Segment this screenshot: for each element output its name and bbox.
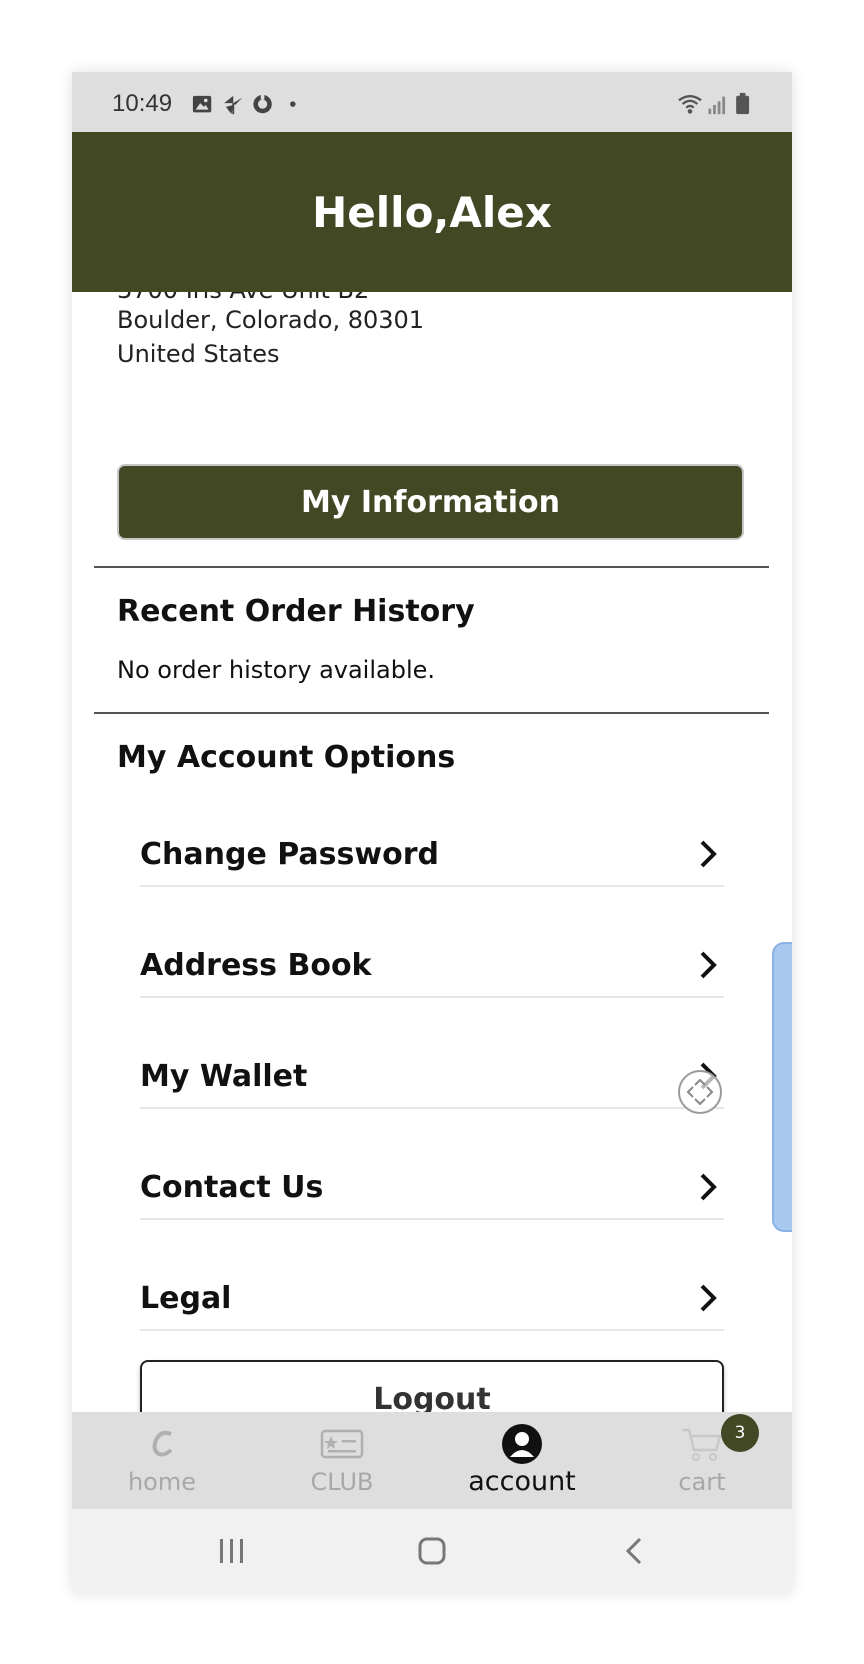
greeting-title: Hello,Alex [312,187,552,237]
option-address-book[interactable]: Address Book [140,912,724,998]
status-bar: 10:49 [72,72,792,132]
phone-screen: 10:49 Hello,Alex 3700 Iris Ave Unit B2 B… [72,72,792,1593]
option-legal[interactable]: Legal [140,1245,724,1331]
signal-icon [708,96,726,115]
home-icon[interactable] [402,1527,462,1575]
tab-label: CLUB [310,1468,374,1496]
system-nav-bar [72,1509,792,1593]
option-label: Change Password [140,837,439,872]
option-contact-us[interactable]: Contact Us [140,1134,724,1220]
divider [94,712,769,714]
edge-panel-handle[interactable] [772,942,792,1232]
tab-cart[interactable]: 3 cart [612,1412,792,1509]
chevron-right-icon [700,1173,717,1201]
status-notification-icons [192,94,296,115]
chevron-right-icon [700,1284,717,1312]
order-history-title: Recent Order History [117,594,475,629]
tab-label: account [468,1466,576,1497]
bottom-tab-bar: home CLUB account 3 cart [72,1412,792,1509]
image-icon [192,95,212,113]
tab-home[interactable]: home [72,1412,252,1509]
dot-icon [290,101,296,107]
option-label: Legal [140,1281,232,1316]
order-history-empty-text: No order history available. [117,656,436,684]
chevron-right-icon [700,951,717,979]
address-line-1: 3700 Iris Ave Unit B2 [117,292,369,304]
back-icon[interactable] [604,1527,664,1575]
divider [94,566,769,568]
club-card-icon [252,1422,432,1466]
cart-icon [612,1422,792,1466]
my-information-button[interactable]: My Information [117,464,744,540]
sync-icon [253,94,272,114]
option-label: Contact Us [140,1170,324,1205]
account-content[interactable]: 3700 Iris Ave Unit B2 Boulder, Colorado,… [72,292,792,1484]
option-change-password[interactable]: Change Password [140,801,724,887]
home-logo-icon [72,1422,252,1466]
account-icon [432,1422,612,1466]
account-options-title: My Account Options [117,740,456,775]
address-line-2: Boulder, Colorado, 80301 [117,306,425,334]
app-header: Hello,Alex [72,132,792,292]
recents-icon[interactable] [202,1527,262,1575]
address-line-3: United States [117,340,280,368]
battery-icon [736,92,750,115]
tab-label: cart [678,1468,726,1496]
tab-account[interactable]: account [432,1412,612,1509]
option-label: Address Book [140,948,372,983]
option-my-wallet[interactable]: My Wallet [140,1023,724,1109]
chevron-right-icon [700,840,717,868]
status-system-icons [678,92,750,115]
tab-label: home [127,1468,197,1496]
status-time: 10:49 [112,90,173,117]
tab-club[interactable]: CLUB [252,1412,432,1509]
move-handle-icon[interactable] [678,1070,722,1114]
option-label: My Wallet [140,1059,308,1094]
pinwheel-icon [224,95,243,115]
wifi-icon [678,95,702,114]
cart-count-badge: 3 [721,1414,759,1452]
